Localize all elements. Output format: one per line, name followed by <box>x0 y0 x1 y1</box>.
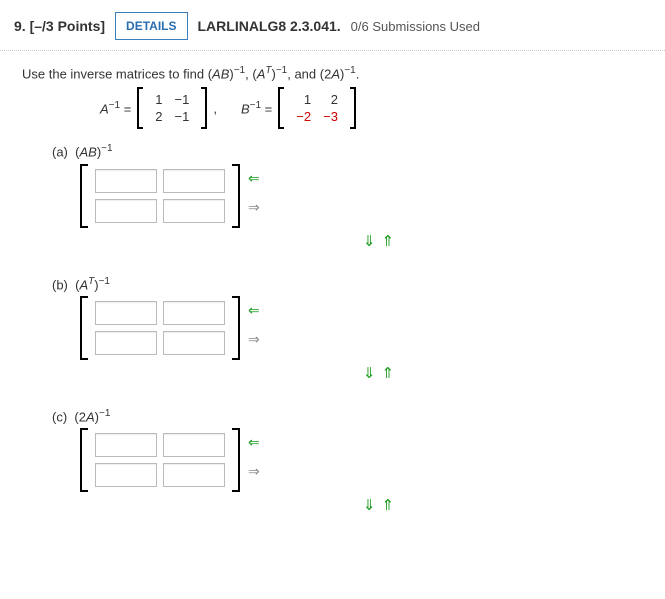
remove-col-icon[interactable]: ⇑ <box>382 365 401 382</box>
add-row-icon[interactable]: ⇒ <box>248 463 260 480</box>
part-b-col-controls: ⇓⇑ <box>120 364 643 382</box>
part-a-cell-12[interactable] <box>163 169 225 193</box>
source-ref: LARLINALG8 2.3.041. <box>198 18 341 34</box>
remove-row-icon[interactable]: ⇐ <box>248 302 260 319</box>
remove-col-icon[interactable]: ⇑ <box>382 497 401 514</box>
matrix-B-inverse: B−1 = 12 −2−3 <box>241 87 356 129</box>
question-header: 9. [–/3 Points] DETAILS LARLINALG8 2.3.0… <box>0 0 665 51</box>
part-b-row-controls: ⇐ ⇒ <box>248 296 260 354</box>
part-b-cell-22[interactable] <box>163 331 225 355</box>
part-a-answer: ⇐ ⇒ <box>80 164 643 228</box>
part-c-label: (c) (2A)−1 <box>52 408 643 424</box>
part-b-label: (b) (AT)−1 <box>52 276 643 292</box>
question-number: 9. [–/3 Points] <box>14 18 105 34</box>
add-col-icon[interactable]: ⇓ <box>363 365 382 382</box>
remove-row-icon[interactable]: ⇐ <box>248 434 260 451</box>
remove-row-icon[interactable]: ⇐ <box>248 170 260 187</box>
remove-col-icon[interactable]: ⇑ <box>382 233 401 250</box>
part-c-row-controls: ⇐ ⇒ <box>248 428 260 486</box>
part-b-cell-21[interactable] <box>95 331 157 355</box>
add-row-icon[interactable]: ⇒ <box>248 331 260 348</box>
part-c-cell-22[interactable] <box>163 463 225 487</box>
part-c-cell-11[interactable] <box>95 433 157 457</box>
add-col-icon[interactable]: ⇓ <box>363 233 382 250</box>
part-b-cell-11[interactable] <box>95 301 157 325</box>
part-a-label: (a) (AB)−1 <box>52 143 643 159</box>
part-c-cell-12[interactable] <box>163 433 225 457</box>
matrix-A-inverse: A−1 = 1−1 2−1 , <box>100 87 217 129</box>
given-matrices: A−1 = 1−1 2−1 , B−1 = 12 −2−3 <box>100 87 643 129</box>
part-a-cell-11[interactable] <box>95 169 157 193</box>
part-c-col-controls: ⇓⇑ <box>120 496 643 514</box>
add-row-icon[interactable]: ⇒ <box>248 199 260 216</box>
part-a-cell-21[interactable] <box>95 199 157 223</box>
part-c-cell-21[interactable] <box>95 463 157 487</box>
instruction-text: Use the inverse matrices to find (AB)−1,… <box>22 65 643 81</box>
part-c-answer: ⇐ ⇒ <box>80 428 643 492</box>
details-button[interactable]: DETAILS <box>115 12 187 40</box>
part-a-col-controls: ⇓⇑ <box>120 232 643 250</box>
part-a-cell-22[interactable] <box>163 199 225 223</box>
question-content: Use the inverse matrices to find (AB)−1,… <box>0 51 665 536</box>
part-a-row-controls: ⇐ ⇒ <box>248 164 260 222</box>
part-b-cell-12[interactable] <box>163 301 225 325</box>
submissions-used: 0/6 Submissions Used <box>351 19 480 34</box>
part-b-answer: ⇐ ⇒ <box>80 296 643 360</box>
add-col-icon[interactable]: ⇓ <box>363 497 382 514</box>
